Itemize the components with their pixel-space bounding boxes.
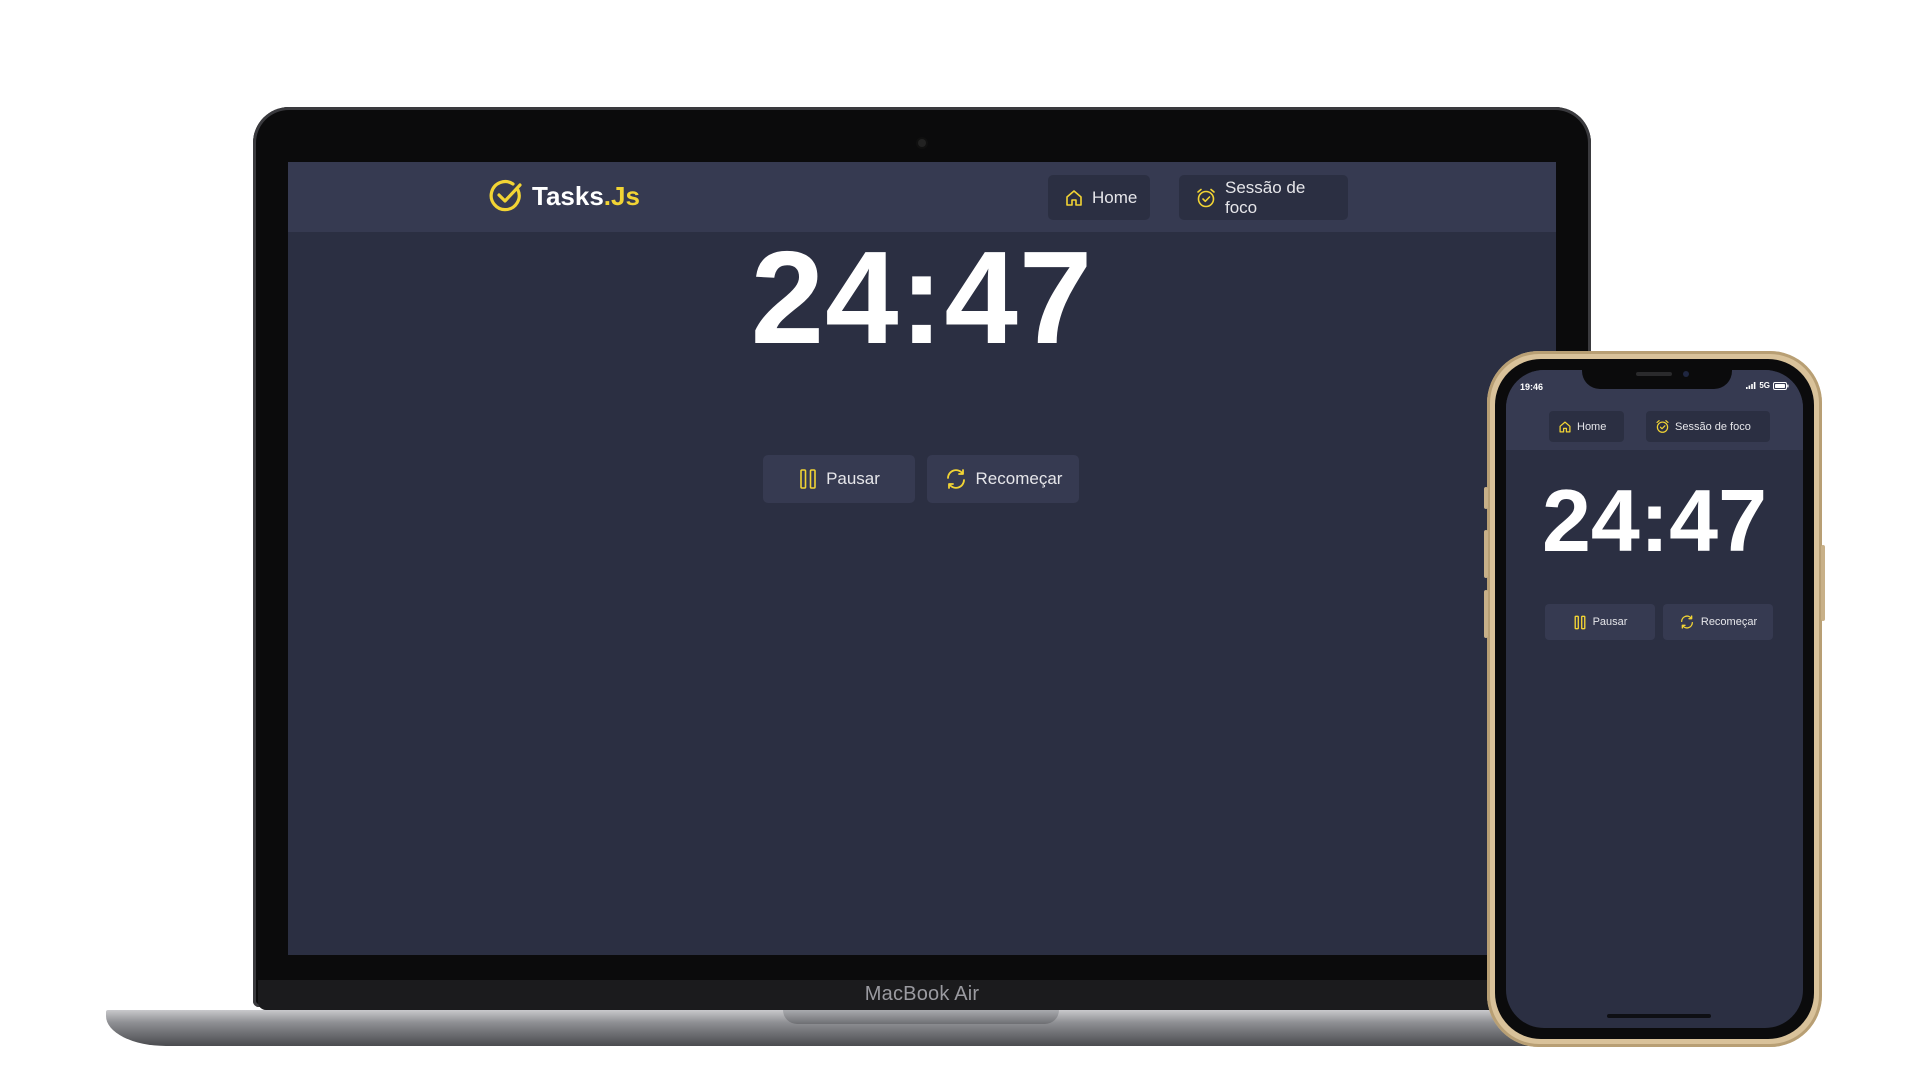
phone-pause-button[interactable]: Pausar	[1545, 604, 1655, 640]
phone-nav-home-label: Home	[1577, 420, 1607, 433]
timer-display: 24:47	[750, 224, 1094, 371]
phone-volume-up-button	[1484, 530, 1488, 578]
logo[interactable]: Tasks.Js	[488, 178, 640, 214]
check-circle-icon	[488, 178, 524, 214]
phone-screen: 19:46 5G Home Sessão de foco 24:47 Pausa…	[1506, 370, 1803, 1028]
nav-focus-label: Sessão de foco	[1225, 177, 1306, 217]
phone-pause-label: Pausar	[1592, 616, 1628, 628]
phone-nav-focus-session-button[interactable]: Sessão de foco	[1646, 411, 1770, 442]
phone-restart-button[interactable]: Recomeçar	[1663, 604, 1773, 640]
phone-restart-label: Recomeçar	[1700, 616, 1758, 628]
home-indicator[interactable]	[1607, 1014, 1711, 1018]
refresh-icon	[1679, 614, 1695, 630]
restart-label: Recomeçar	[975, 469, 1063, 488]
battery-icon	[1773, 381, 1789, 390]
logo-main: Tasks	[532, 180, 604, 211]
phone-timer-display: 24:47	[1541, 471, 1768, 570]
laptop-brand-label: MacBook Air	[864, 983, 980, 1005]
phone-side-button	[1484, 487, 1488, 509]
alarm-clock-icon	[1655, 419, 1670, 434]
refresh-icon	[944, 467, 968, 491]
nav-focus-session-button[interactable]: Sessão de foco	[1179, 175, 1348, 220]
laptop-screen: Tasks.Js Home Sessão de foco 24:47 Pausa…	[288, 162, 1556, 955]
phone-nav-focus-label: Sessão de foco	[1675, 420, 1751, 433]
signal-icon	[1746, 382, 1756, 389]
home-icon	[1558, 420, 1572, 434]
status-time: 19:46	[1520, 382, 1544, 392]
pause-label: Pausar	[826, 469, 880, 488]
phone-nav-home-button[interactable]: Home	[1549, 411, 1624, 442]
pause-button[interactable]: Pausar	[763, 455, 915, 503]
home-icon	[1064, 188, 1084, 208]
laptop-camera	[918, 139, 926, 147]
logo-accent: .Js	[603, 180, 640, 211]
restart-button[interactable]: Recomeçar	[927, 455, 1079, 503]
phone-speaker	[1636, 372, 1672, 376]
phone-power-button	[1821, 545, 1825, 621]
phone-front-camera	[1683, 371, 1689, 377]
pause-icon	[1573, 615, 1587, 630]
phone-app-header: Home Sessão de foco	[1506, 406, 1803, 450]
nav-home-button[interactable]: Home	[1048, 175, 1150, 220]
nav-home-label: Home	[1092, 187, 1138, 207]
phone-volume-down-button	[1484, 590, 1488, 638]
pause-icon	[798, 468, 818, 490]
network-label: 5G	[1759, 381, 1770, 390]
logo-text: Tasks.Js	[532, 181, 640, 212]
status-indicators: 5G	[1746, 381, 1789, 390]
laptop-hinge-notch	[783, 1010, 1059, 1024]
alarm-clock-icon	[1195, 187, 1217, 209]
